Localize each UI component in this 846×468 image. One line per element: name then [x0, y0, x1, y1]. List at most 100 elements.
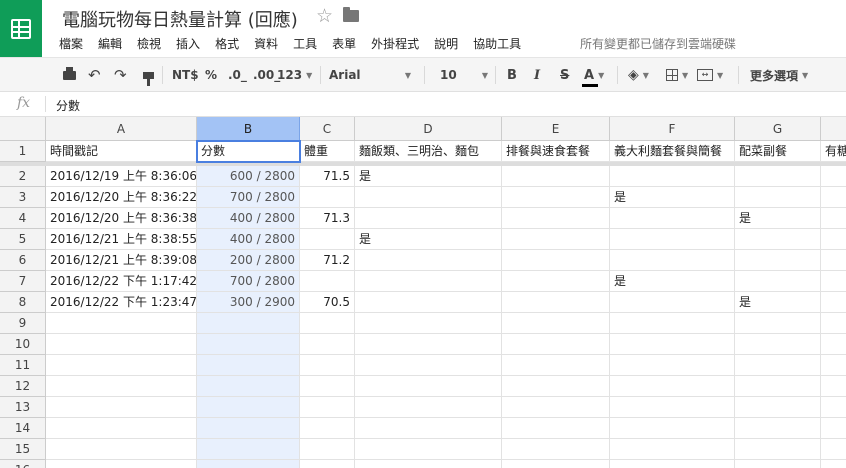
table-cell[interactable] [735, 439, 821, 460]
column-header-d[interactable]: D [355, 117, 502, 141]
table-cell[interactable] [300, 187, 355, 208]
table-cell[interactable] [355, 418, 502, 439]
merge-cells-button[interactable]: ↔ ▼ [697, 58, 723, 92]
table-cell[interactable] [197, 376, 300, 397]
italic-button[interactable]: I [534, 58, 540, 92]
table-cell[interactable]: 700 / 2800 [197, 187, 300, 208]
table-cell[interactable]: 400 / 2800 [197, 229, 300, 250]
menu-insert[interactable]: 插入 [176, 35, 200, 51]
table-cell[interactable] [502, 250, 610, 271]
table-cell[interactable] [502, 313, 610, 334]
table-cell[interactable] [46, 313, 197, 334]
table-cell[interactable] [46, 334, 197, 355]
table-cell[interactable] [355, 460, 502, 468]
header-cell[interactable]: 時間戳記 [46, 141, 197, 162]
table-cell[interactable] [502, 418, 610, 439]
menu-form[interactable]: 表單 [332, 35, 356, 51]
table-cell[interactable] [197, 334, 300, 355]
table-cell[interactable] [300, 460, 355, 468]
decrease-decimal-button[interactable]: .0_ [228, 58, 247, 92]
row-header-7[interactable]: 7 [0, 271, 46, 292]
sheets-logo-icon[interactable] [0, 0, 42, 57]
undo-button[interactable]: ↶ [88, 58, 101, 92]
menu-help[interactable]: 說明 [434, 35, 458, 51]
row-header-6[interactable]: 6 [0, 250, 46, 271]
table-cell[interactable] [821, 439, 846, 460]
row-header-3[interactable]: 3 [0, 187, 46, 208]
table-cell[interactable] [610, 418, 735, 439]
table-cell[interactable] [46, 376, 197, 397]
table-cell[interactable] [355, 376, 502, 397]
row-header-10[interactable]: 10 [0, 334, 46, 355]
menu-data[interactable]: 資料 [254, 35, 278, 51]
star-icon[interactable]: ☆ [316, 5, 333, 27]
table-cell[interactable] [502, 271, 610, 292]
table-cell[interactable] [502, 355, 610, 376]
menu-format[interactable]: 格式 [215, 35, 239, 51]
table-cell[interactable] [821, 166, 846, 187]
table-cell[interactable] [821, 271, 846, 292]
table-cell[interactable] [355, 334, 502, 355]
row-header-1[interactable]: 1 [0, 141, 46, 162]
column-header-b[interactable]: B [197, 117, 300, 141]
folder-icon[interactable] [343, 7, 359, 22]
table-cell[interactable] [735, 166, 821, 187]
table-cell[interactable]: 是 [735, 208, 821, 229]
table-cell[interactable] [46, 439, 197, 460]
more-options-button[interactable]: 更多選項 ▼ [750, 58, 808, 92]
row-header-15[interactable]: 15 [0, 439, 46, 460]
header-cell[interactable]: 體重 [300, 141, 355, 162]
table-cell[interactable] [300, 439, 355, 460]
table-cell[interactable] [300, 397, 355, 418]
table-cell[interactable]: 是 [735, 292, 821, 313]
table-cell[interactable] [46, 397, 197, 418]
table-cell[interactable] [355, 397, 502, 418]
table-cell[interactable] [610, 250, 735, 271]
table-cell[interactable] [821, 334, 846, 355]
column-header-c[interactable]: C [300, 117, 355, 141]
column-header-g[interactable]: G [735, 117, 821, 141]
select-all-corner[interactable] [0, 117, 46, 141]
bold-button[interactable]: B [507, 58, 517, 92]
table-cell[interactable] [735, 355, 821, 376]
table-cell[interactable] [502, 208, 610, 229]
header-cell[interactable]: 義大利麵套餐與簡餐 [610, 141, 735, 162]
table-cell[interactable] [821, 250, 846, 271]
table-cell[interactable] [300, 376, 355, 397]
menu-view[interactable]: 檢視 [137, 35, 161, 51]
percent-button[interactable]: % [205, 58, 217, 92]
table-cell[interactable] [355, 250, 502, 271]
table-cell[interactable] [735, 271, 821, 292]
column-header-e[interactable]: E [502, 117, 610, 141]
print-button[interactable] [63, 58, 76, 92]
table-cell[interactable] [502, 334, 610, 355]
header-cell[interactable]: 排餐與速食套餐 [502, 141, 610, 162]
table-cell[interactable]: 2016/12/20 上午 8:36:38 [46, 208, 197, 229]
table-cell[interactable] [300, 418, 355, 439]
table-cell[interactable] [821, 229, 846, 250]
table-cell[interactable]: 71.5 [300, 166, 355, 187]
table-cell[interactable] [821, 397, 846, 418]
table-cell[interactable] [610, 355, 735, 376]
table-cell[interactable] [735, 313, 821, 334]
table-cell[interactable] [502, 460, 610, 468]
table-cell[interactable] [502, 292, 610, 313]
table-cell[interactable]: 是 [610, 271, 735, 292]
table-cell[interactable]: 400 / 2800 [197, 208, 300, 229]
table-cell[interactable] [197, 460, 300, 468]
table-cell[interactable] [610, 376, 735, 397]
row-header-5[interactable]: 5 [0, 229, 46, 250]
table-cell[interactable] [502, 439, 610, 460]
row-header-13[interactable]: 13 [0, 397, 46, 418]
table-cell[interactable] [46, 460, 197, 468]
row-header-2[interactable]: 2 [0, 166, 46, 187]
menu-tools[interactable]: 工具 [293, 35, 317, 51]
table-cell[interactable] [502, 229, 610, 250]
header-cell[interactable]: 有糖 [821, 141, 846, 162]
table-cell[interactable] [610, 439, 735, 460]
table-cell[interactable] [197, 418, 300, 439]
borders-button[interactable]: ▼ [666, 58, 688, 92]
table-cell[interactable]: 2016/12/22 下午 1:17:42 [46, 271, 197, 292]
table-cell[interactable] [821, 376, 846, 397]
table-cell[interactable] [735, 334, 821, 355]
